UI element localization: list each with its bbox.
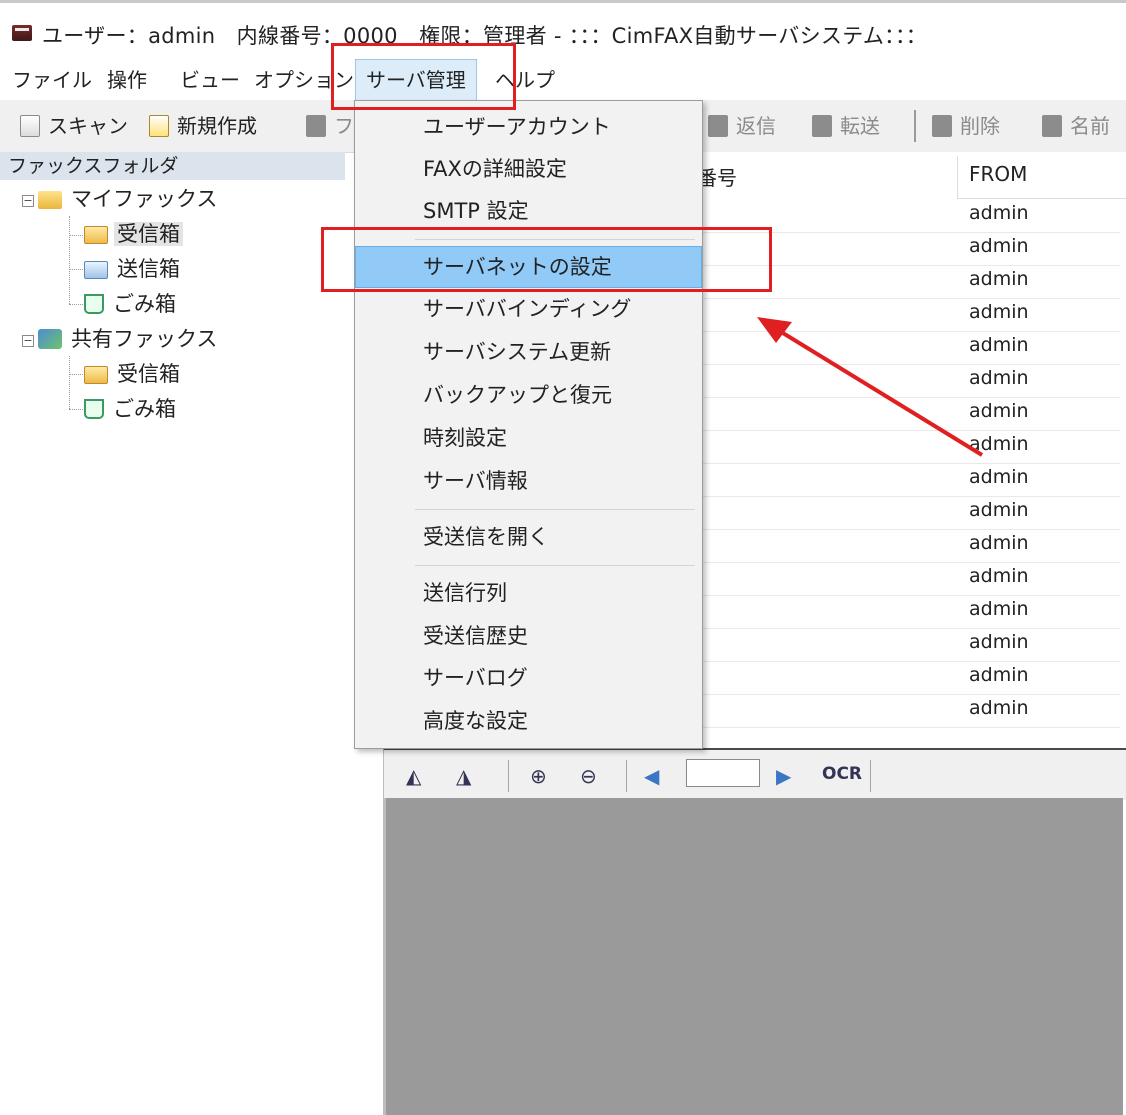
annotation-arrow: [757, 317, 984, 457]
